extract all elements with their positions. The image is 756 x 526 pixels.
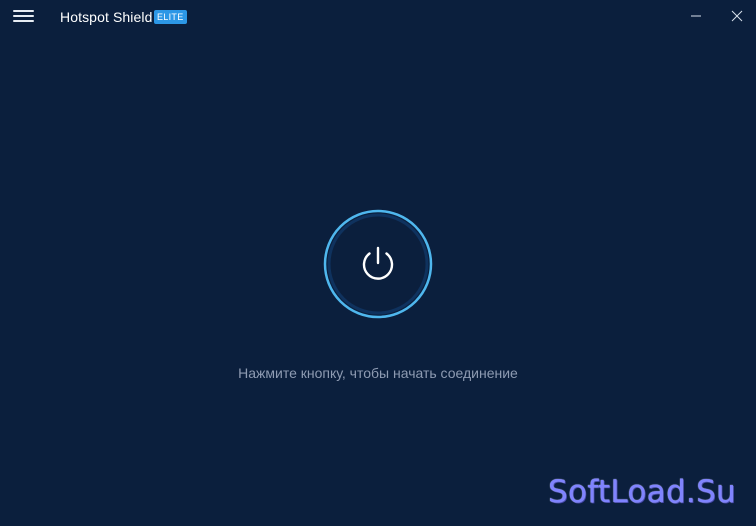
title-bar: Hotspot Shield ELITE xyxy=(0,0,756,34)
minimize-button[interactable] xyxy=(685,6,707,26)
close-icon xyxy=(731,10,743,22)
hamburger-menu-icon[interactable] xyxy=(13,10,35,24)
elite-badge: ELITE xyxy=(154,10,187,24)
connect-power-button[interactable] xyxy=(323,209,433,319)
minimize-icon xyxy=(691,15,701,17)
connect-hint-text: Нажмите кнопку, чтобы начать соединение xyxy=(238,365,518,381)
app-window: Hotspot Shield ELITE Нажмите кнопку, что… xyxy=(0,0,756,526)
watermark-text: SoftLoad.Su xyxy=(547,474,736,510)
power-button-ring xyxy=(323,209,433,319)
app-title: Hotspot Shield xyxy=(60,9,153,25)
close-button[interactable] xyxy=(726,6,748,26)
